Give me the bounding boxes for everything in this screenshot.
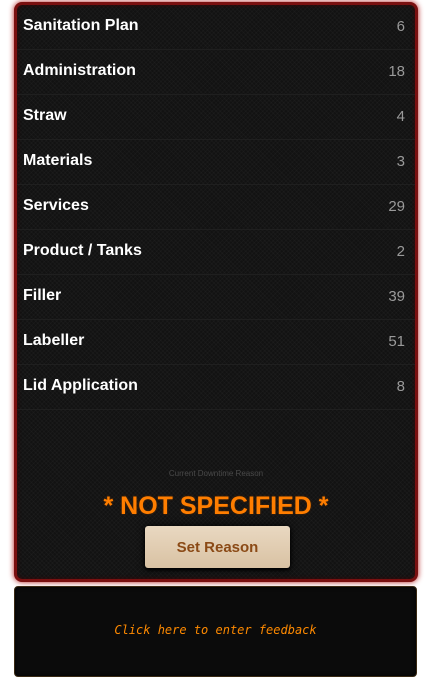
category-count: 3 — [396, 153, 405, 170]
category-count: 51 — [388, 333, 405, 350]
set-reason-button[interactable]: Set Reason — [145, 526, 290, 568]
category-row-lid-application[interactable]: Lid Application 8 — [17, 365, 415, 410]
category-label: Materials — [23, 152, 93, 169]
downtime-reason-panel: Sanitation Plan 6 Administration 18 Stra… — [14, 2, 418, 582]
feedback-placeholder: Click here to enter feedback — [114, 623, 317, 637]
category-label: Lid Application — [23, 377, 138, 394]
category-count: 29 — [388, 198, 405, 215]
category-count: 39 — [388, 288, 405, 305]
category-count: 4 — [396, 108, 405, 125]
category-label: Product / Tanks — [23, 242, 142, 259]
current-downtime-reason: * NOT SPECIFIED * — [103, 492, 329, 520]
feedback-input[interactable]: Click here to enter feedback — [14, 586, 417, 677]
category-row-product-tanks[interactable]: Product / Tanks 2 — [17, 230, 415, 275]
downtime-screen: Sanitation Plan 6 Administration 18 Stra… — [0, 0, 429, 685]
category-label: Services — [23, 197, 89, 214]
category-row-sanitation-plan[interactable]: Sanitation Plan 6 — [17, 5, 415, 50]
category-count: 18 — [388, 63, 405, 80]
category-row-administration[interactable]: Administration 18 — [17, 50, 415, 95]
category-row-straw[interactable]: Straw 4 — [17, 95, 415, 140]
category-list: Sanitation Plan 6 Administration 18 Stra… — [17, 5, 415, 410]
category-label: Filler — [23, 287, 62, 304]
category-count: 8 — [396, 378, 405, 395]
category-row-materials[interactable]: Materials 3 — [17, 140, 415, 185]
category-row-filler[interactable]: Filler 39 — [17, 275, 415, 320]
current-downtime-caption: Current Downtime Reason — [168, 469, 264, 478]
category-row-services[interactable]: Services 29 — [17, 185, 415, 230]
category-label: Sanitation Plan — [23, 17, 139, 34]
category-count: 6 — [396, 18, 405, 35]
category-label: Administration — [23, 62, 136, 79]
category-count: 2 — [396, 243, 405, 260]
category-label: Labeller — [23, 332, 85, 349]
category-label: Straw — [23, 107, 67, 124]
category-row-labeller[interactable]: Labeller 51 — [17, 320, 415, 365]
